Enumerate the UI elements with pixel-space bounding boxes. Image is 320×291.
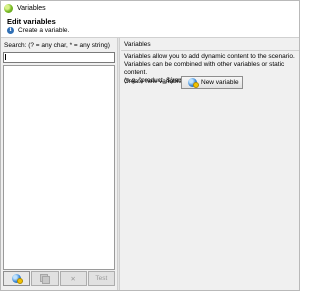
delete-variable-button[interactable]: ✕ [59, 271, 87, 286]
text-caret [5, 54, 6, 60]
globe-variable-icon [12, 274, 24, 284]
new-variable-button[interactable]: New variable [181, 76, 243, 89]
info-icon: i [7, 27, 14, 34]
dialog-content: Search: (? = any char, * = any string) ✕… [1, 38, 299, 290]
search-label: Search: (? = any char, * = any string) [4, 42, 110, 49]
add-variable-button[interactable] [3, 271, 31, 286]
description-line: Variables can be combined with other var… [124, 61, 285, 76]
description-line: Variables allow you to add dynamic conte… [124, 53, 295, 60]
duplicate-icon [40, 274, 51, 284]
globe-variable-icon [188, 78, 199, 88]
details-heading: Variables [124, 41, 151, 48]
test-variable-button[interactable]: Test [87, 271, 115, 286]
panel-splitter[interactable] [117, 38, 120, 290]
variables-list[interactable] [3, 65, 115, 270]
details-separator [121, 50, 299, 51]
title-bar: Variables [1, 1, 299, 15]
variables-list-panel: Search: (? = any char, * = any string) ✕… [1, 38, 117, 290]
close-icon: ✕ [70, 275, 76, 283]
duplicate-variable-button[interactable] [31, 271, 59, 286]
variables-dialog: Variables Edit variables i Create a vari… [0, 0, 300, 291]
search-input[interactable] [3, 52, 115, 63]
new-variable-label: New variable [201, 79, 239, 86]
app-logo-icon [4, 3, 13, 13]
dialog-header: Edit variables i Create a variable. [1, 15, 299, 38]
variable-details-panel: Variables Variables allow you to add dyn… [121, 38, 299, 290]
create-variable-label: Create new variable [124, 78, 182, 85]
dialog-title: Edit variables [7, 17, 56, 26]
list-toolbar: ✕ Test [3, 271, 115, 286]
dialog-message: i Create a variable. [7, 27, 69, 34]
window-title: Variables [17, 4, 46, 12]
dialog-message-text: Create a variable. [18, 27, 70, 34]
